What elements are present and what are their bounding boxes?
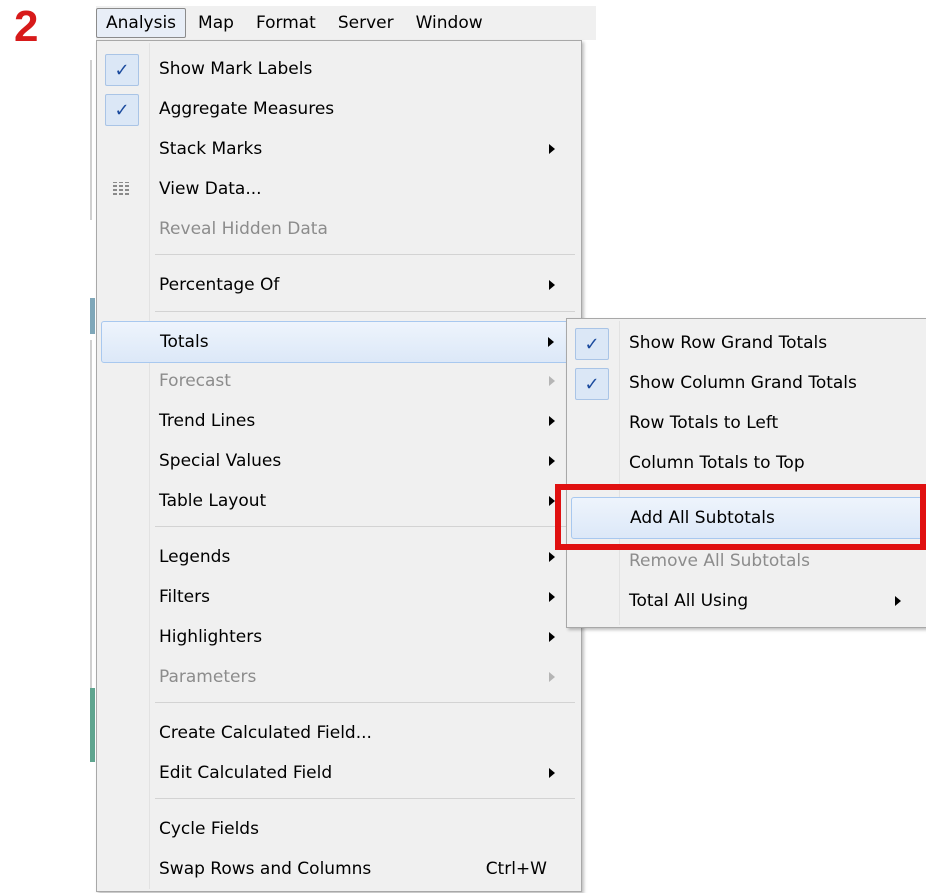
- menu-separator: [155, 702, 575, 703]
- totals-submenu: ✓ Show Row Grand Totals ✓ Show Column Gr…: [566, 318, 926, 628]
- check-icon: ✓: [575, 328, 609, 360]
- background-accent: [90, 298, 95, 334]
- menu-item-legends[interactable]: Legends: [101, 537, 577, 577]
- menu-separator: [155, 254, 575, 255]
- menu-item-cycle-fields[interactable]: Cycle Fields: [101, 809, 577, 849]
- submenu-item-show-column-grand-totals[interactable]: ✓ Show Column Grand Totals: [571, 363, 923, 403]
- analysis-menu: ✓ Show Mark Labels ✓ Aggregate Measures …: [96, 40, 582, 892]
- menu-item-label: Remove All Subtotals: [629, 551, 810, 571]
- menu-analysis[interactable]: Analysis: [96, 8, 187, 38]
- menu-separator: [155, 526, 575, 527]
- menu-item-label: Swap Rows and Columns: [159, 859, 372, 879]
- menu-item-label: Cycle Fields: [159, 819, 259, 839]
- menu-item-label: Totals: [160, 332, 209, 352]
- callout-highlight-box: [555, 484, 926, 550]
- check-icon: ✓: [105, 94, 139, 126]
- menu-item-label: Filters: [159, 587, 210, 607]
- background-divider: [90, 60, 92, 220]
- submenu-arrow-icon: [549, 552, 555, 562]
- menu-item-label: Show Column Grand Totals: [629, 373, 857, 393]
- menu-item-edit-calculated-field[interactable]: Edit Calculated Field: [101, 753, 577, 793]
- submenu-arrow-icon: [549, 768, 555, 778]
- menu-item-label: Reveal Hidden Data: [159, 219, 328, 239]
- submenu-arrow-icon: [895, 596, 901, 606]
- menu-item-parameters[interactable]: Parameters: [101, 657, 577, 697]
- menu-item-view-data[interactable]: View Data...: [101, 169, 577, 209]
- menu-item-reveal-hidden-data[interactable]: Reveal Hidden Data: [101, 209, 577, 249]
- menu-item-label: Show Row Grand Totals: [629, 333, 828, 353]
- background-accent: [90, 688, 95, 762]
- submenu-arrow-icon: [549, 416, 555, 426]
- menu-item-trend-lines[interactable]: Trend Lines: [101, 401, 577, 441]
- menu-item-label: Percentage Of: [159, 275, 280, 295]
- submenu-arrow-icon: [549, 280, 555, 290]
- submenu-item-column-totals-to-top[interactable]: Column Totals to Top: [571, 443, 923, 483]
- menu-separator: [155, 798, 575, 799]
- menu-format[interactable]: Format: [246, 8, 326, 38]
- menu-separator: [155, 311, 575, 312]
- menu-window[interactable]: Window: [406, 8, 493, 38]
- menu-item-label: Create Calculated Field...: [159, 723, 372, 743]
- menu-item-highlighters[interactable]: Highlighters: [101, 617, 577, 657]
- menu-item-label: Highlighters: [159, 627, 263, 647]
- menu-item-show-mark-labels[interactable]: ✓ Show Mark Labels: [101, 49, 577, 89]
- menu-bar: Analysis Map Format Server Window: [96, 6, 596, 40]
- menu-item-label: Special Values: [159, 451, 282, 471]
- submenu-item-row-totals-to-left[interactable]: Row Totals to Left: [571, 403, 923, 443]
- menu-item-label: Show Mark Labels: [159, 59, 313, 79]
- submenu-arrow-icon: [548, 337, 554, 347]
- menu-item-label: Aggregate Measures: [159, 99, 335, 119]
- submenu-arrow-icon: [549, 592, 555, 602]
- menu-item-special-values[interactable]: Special Values: [101, 441, 577, 481]
- menu-item-stack-marks[interactable]: Stack Marks: [101, 129, 577, 169]
- submenu-item-total-all-using[interactable]: Total All Using: [571, 581, 923, 621]
- menu-item-create-calculated-field[interactable]: Create Calculated Field...: [101, 713, 577, 753]
- menu-item-label: Column Totals to Top: [629, 453, 805, 473]
- menu-item-totals[interactable]: Totals: [101, 321, 577, 363]
- menu-item-filters[interactable]: Filters: [101, 577, 577, 617]
- menu-item-label: View Data...: [159, 179, 262, 199]
- check-icon: ✓: [575, 368, 609, 400]
- menu-item-label: Forecast: [159, 371, 231, 391]
- submenu-arrow-icon: [549, 376, 555, 386]
- submenu-arrow-icon: [549, 456, 555, 466]
- menu-item-label: Legends: [159, 547, 231, 567]
- menu-item-label: Parameters: [159, 667, 257, 687]
- menu-map[interactable]: Map: [188, 8, 244, 38]
- submenu-arrow-icon: [549, 672, 555, 682]
- menu-item-label: Trend Lines: [159, 411, 256, 431]
- submenu-arrow-icon: [549, 632, 555, 642]
- menu-server[interactable]: Server: [328, 8, 404, 38]
- submenu-item-show-row-grand-totals[interactable]: ✓ Show Row Grand Totals: [571, 323, 923, 363]
- check-icon: ✓: [105, 54, 139, 86]
- menu-shortcut: Ctrl+W: [485, 859, 547, 879]
- submenu-arrow-icon: [549, 144, 555, 154]
- menu-item-label: Table Layout: [159, 491, 267, 511]
- grid-icon: [113, 182, 129, 195]
- step-number: 2: [14, 2, 39, 51]
- menu-item-label: Edit Calculated Field: [159, 763, 333, 783]
- menu-item-label: Row Totals to Left: [629, 413, 779, 433]
- menu-item-aggregate-measures[interactable]: ✓ Aggregate Measures: [101, 89, 577, 129]
- menu-item-forecast[interactable]: Forecast: [101, 361, 577, 401]
- menu-item-percentage-of[interactable]: Percentage Of: [101, 265, 577, 305]
- menu-item-swap-rows-columns[interactable]: Swap Rows and Columns Ctrl+W: [101, 849, 577, 889]
- menu-item-label: Total All Using: [629, 591, 749, 611]
- menu-item-table-layout[interactable]: Table Layout: [101, 481, 577, 521]
- menu-item-label: Stack Marks: [159, 139, 263, 159]
